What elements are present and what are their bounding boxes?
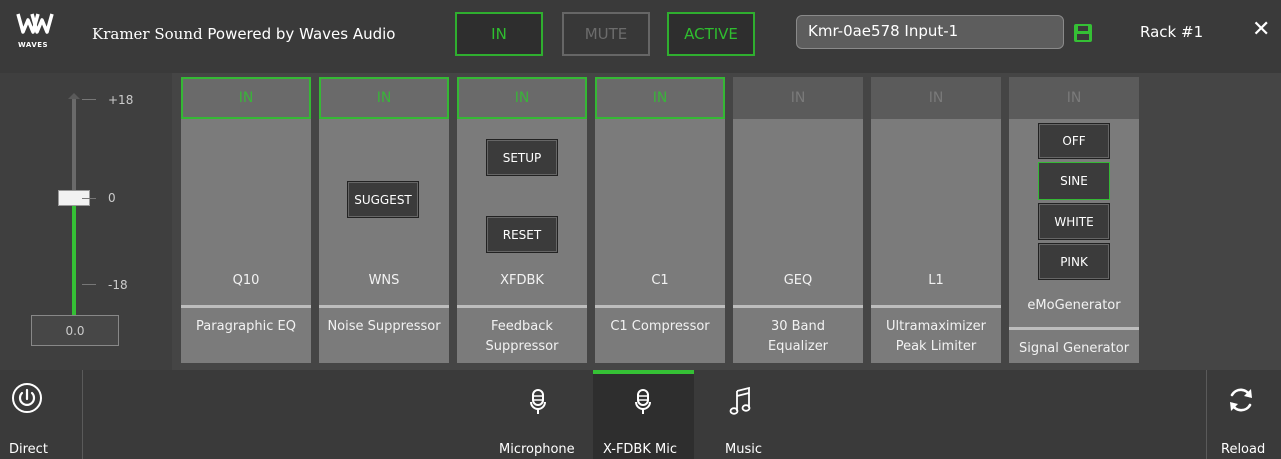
- setup-button[interactable]: SETUP: [486, 139, 558, 176]
- power-icon: [11, 382, 43, 418]
- fader-scale-top: +18: [108, 93, 134, 107]
- tab-x-fdbk-mic[interactable]: X-FDBK Mic: [593, 370, 694, 459]
- plugin-divider: [319, 305, 449, 308]
- plugin-name: Noise Suppressor: [319, 317, 449, 337]
- generator-pink-button[interactable]: PINK: [1038, 243, 1110, 280]
- app-title-brand: Kramer Sound: [92, 25, 203, 43]
- plugin-code: eMoGenerator: [1027, 298, 1121, 313]
- plugin-code: GEQ: [783, 273, 813, 288]
- plugin-name: Feedback Suppressor: [457, 317, 587, 357]
- fader-scale-mid: 0: [108, 191, 116, 205]
- plugin-card-emogenerator: IN OFF SINE WHITE PINK eMoGenerator Sign…: [1009, 77, 1139, 363]
- plugin-name-line1: Signal Generator: [1018, 341, 1130, 356]
- plugin-name: Ultramaximizer Peak Limiter: [871, 317, 1001, 357]
- microphone-icon: [528, 388, 548, 420]
- plugin-code: WNS: [368, 273, 400, 288]
- suggest-button[interactable]: SUGGEST: [347, 181, 419, 218]
- plugin-card-xfdbk: IN SETUP RESET XFDBK Feedback Suppressor: [457, 77, 587, 363]
- rack-text: Rack: [1140, 23, 1177, 41]
- direct-button[interactable]: Direct: [0, 370, 82, 459]
- waves-logo-text: WAVES: [18, 41, 49, 49]
- plugin-name: 30 Band Equalizer: [733, 317, 863, 357]
- plugin-name: Paragraphic EQ: [181, 317, 311, 337]
- bottom-bar: Direct Microphone X-FDBK Mic Music Reloa…: [0, 370, 1281, 459]
- tab-label: Music: [725, 442, 762, 457]
- fader-value-field[interactable]: 0.0: [31, 315, 119, 346]
- bottom-divider: [82, 370, 83, 459]
- plugin-name-line1: Paragraphic EQ: [196, 319, 296, 334]
- fader-level-fill: [72, 203, 76, 319]
- reload-label: Reload: [1221, 442, 1266, 457]
- fader-tick-mid: [82, 198, 96, 199]
- plugin-name-line1: Feedback: [491, 319, 553, 334]
- app-title: Kramer Sound Powered by Waves Audio: [92, 25, 395, 43]
- tab-microphone[interactable]: Microphone: [492, 370, 592, 459]
- plugin-in-button[interactable]: IN: [181, 77, 311, 119]
- tab-label: X-FDBK Mic: [603, 442, 677, 457]
- plugin-in-button[interactable]: IN: [595, 77, 725, 119]
- plugin-name-line1: Noise Suppressor: [327, 319, 441, 334]
- mute-button[interactable]: MUTE: [562, 12, 650, 56]
- plugin-divider: [871, 305, 1001, 308]
- microphone-icon: [633, 388, 653, 420]
- fader-scale-bottom: -18: [108, 278, 128, 292]
- master-fader-panel: +18 0 -18 0.0: [0, 73, 172, 370]
- plugin-divider: [1009, 327, 1139, 330]
- tab-label: Microphone: [499, 442, 575, 457]
- rack-label: Rack #1: [1140, 23, 1203, 41]
- plugin-name-line1: Ultramaximizer: [886, 319, 986, 334]
- plugin-divider: [595, 305, 725, 308]
- direct-label: Direct: [9, 442, 48, 457]
- plugin-name-line2: Equalizer: [767, 339, 829, 354]
- plugin-code: L1: [928, 273, 944, 288]
- plugin-name-line2: Suppressor: [485, 339, 559, 354]
- close-icon[interactable]: ✕: [1252, 17, 1270, 42]
- plugin-name-line1: 30 Band: [770, 319, 826, 334]
- plugin-card-wns: IN SUGGEST WNS Noise Suppressor: [319, 77, 449, 363]
- fader-tick-top: [82, 99, 96, 100]
- plugin-in-button[interactable]: IN: [457, 77, 587, 119]
- plugin-in-button[interactable]: IN: [319, 77, 449, 119]
- rack-number: #1: [1181, 23, 1204, 41]
- reload-icon: [1225, 384, 1257, 420]
- plugin-card-q10: IN Q10 Paragraphic EQ: [181, 77, 311, 363]
- plugin-card-l1: IN L1 Ultramaximizer Peak Limiter: [871, 77, 1001, 363]
- plugin-divider: [181, 305, 311, 308]
- app-title-powered: Powered by Waves Audio: [207, 25, 396, 43]
- input-name-field[interactable]: Kmr-0ae578 Input-1: [796, 15, 1064, 49]
- plugin-divider: [457, 305, 587, 308]
- plugin-divider: [733, 305, 863, 308]
- active-button[interactable]: ACTIVE: [667, 12, 755, 56]
- plugin-card-geq: IN GEQ 30 Band Equalizer: [733, 77, 863, 363]
- plugin-name-line2: Peak Limiter: [895, 339, 977, 354]
- music-note-icon: [729, 386, 753, 420]
- plugin-code: C1: [651, 273, 669, 288]
- in-button[interactable]: IN: [455, 12, 543, 56]
- plugin-name-line1: C1 Compressor: [610, 319, 710, 334]
- reset-button[interactable]: RESET: [486, 216, 558, 253]
- plugin-name: Signal Generator: [1009, 339, 1139, 359]
- generator-sine-button[interactable]: SINE: [1038, 162, 1110, 200]
- save-icon[interactable]: [1073, 23, 1093, 43]
- plugin-code: Q10: [232, 273, 260, 288]
- plugin-in-button[interactable]: IN: [733, 77, 863, 119]
- header-bar: WAVES Kramer Sound Powered by Waves Audi…: [0, 0, 1281, 73]
- rack-main: +18 0 -18 0.0 IN Q10 Paragraphic EQ IN S…: [0, 73, 1281, 370]
- plugin-in-button[interactable]: IN: [1009, 77, 1139, 119]
- generator-off-button[interactable]: OFF: [1038, 123, 1110, 159]
- tab-music[interactable]: Music: [695, 370, 795, 459]
- plugin-in-button[interactable]: IN: [871, 77, 1001, 119]
- reload-button[interactable]: Reload: [1207, 370, 1281, 459]
- plugin-card-c1: IN C1 C1 Compressor: [595, 77, 725, 363]
- plugin-code: XFDBK: [500, 273, 544, 288]
- generator-white-button[interactable]: WHITE: [1038, 203, 1110, 240]
- plugin-name: C1 Compressor: [595, 317, 725, 337]
- fader-tick-bottom: [82, 284, 96, 285]
